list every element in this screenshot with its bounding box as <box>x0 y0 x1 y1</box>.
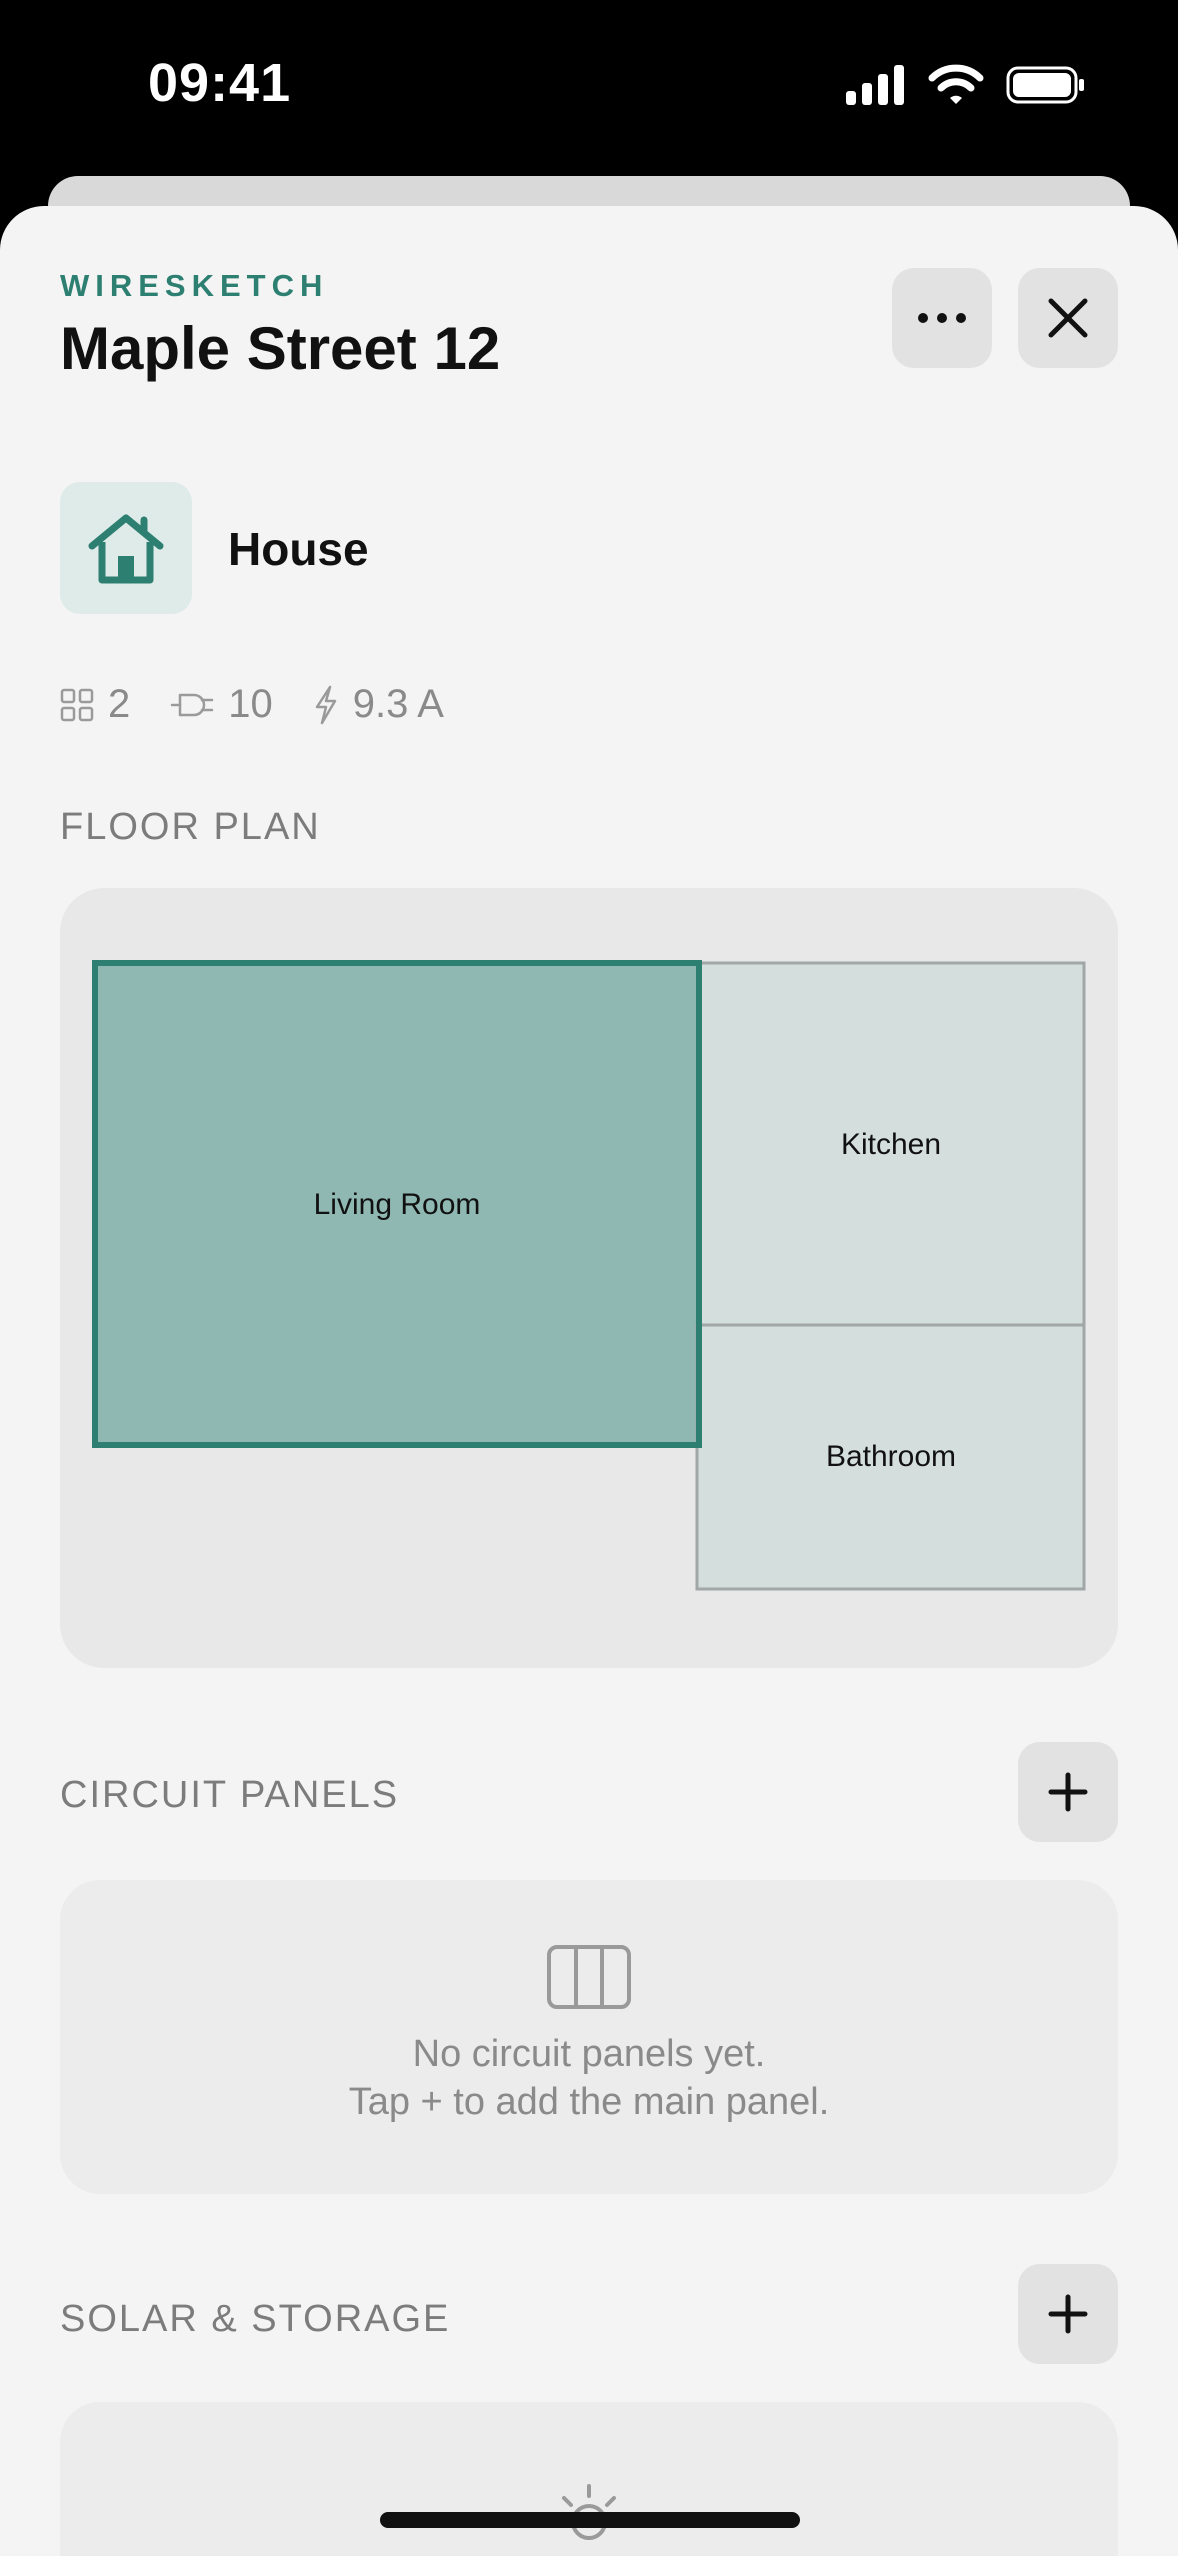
add-circuit-panel-button[interactable] <box>1018 1742 1118 1842</box>
room-living-room[interactable]: Living Room <box>92 960 702 1448</box>
status-bar: 09:41 <box>0 0 1178 176</box>
room-count-stat: 2 <box>60 682 130 727</box>
solar-storage-section-title: SOLAR & STORAGE <box>60 2298 451 2340</box>
close-button[interactable] <box>1018 268 1118 368</box>
circuit-panels-empty-state: No circuit panels yet. Tap + to add the … <box>60 1880 1118 2194</box>
outlet-count: 10 <box>228 682 273 726</box>
project-stats: 2 10 9.3 A <box>60 682 484 727</box>
floor-plan-section-title: FLOOR PLAN <box>60 806 321 848</box>
rooms-grid-icon <box>60 688 94 721</box>
room-label: Living Room <box>314 1188 481 1221</box>
lightning-bolt-icon <box>315 685 336 724</box>
building-type-icon-tile[interactable] <box>60 482 192 614</box>
ellipsis-icon <box>918 313 966 323</box>
status-icons <box>846 64 1086 106</box>
house-icon <box>88 514 164 584</box>
load-amps: 9.3 A <box>352 682 444 726</box>
status-time: 09:41 <box>148 53 292 113</box>
empty-state-hint: Tap + to add the main panel. <box>348 2081 830 2123</box>
building-type-label: House <box>228 523 369 575</box>
plus-icon <box>1048 1772 1088 1812</box>
room-bathroom[interactable]: Bathroom <box>695 1323 1086 1591</box>
sun-icon <box>550 2484 628 2540</box>
floor-plan-drawing: Living Room Kitchen Bathroom <box>92 960 1086 1591</box>
battery-icon <box>1006 66 1084 104</box>
add-solar-storage-button[interactable] <box>1018 2264 1118 2364</box>
solar-storage-empty-state <box>60 2402 1118 2556</box>
room-count: 2 <box>108 682 131 726</box>
plug-icon <box>171 693 214 716</box>
home-indicator[interactable] <box>380 2512 800 2528</box>
room-label: Kitchen <box>841 1128 941 1161</box>
empty-state-message: No circuit panels yet. <box>412 2033 766 2075</box>
app-brand: WIRESKETCH <box>60 268 329 303</box>
circuit-panels-section-title: CIRCUIT PANELS <box>60 1774 400 1816</box>
circuit-panel-icon <box>547 1945 631 2009</box>
floor-plan-canvas[interactable]: Living Room Kitchen Bathroom <box>60 888 1118 1668</box>
more-options-button[interactable] <box>892 268 992 368</box>
close-icon <box>1048 298 1088 338</box>
room-label: Bathroom <box>826 1440 956 1473</box>
cellular-signal-icon <box>846 65 904 105</box>
project-sheet: WIRESKETCH Maple Street 12 House 2 10 9.… <box>0 206 1178 2556</box>
outlet-count-stat: 10 <box>170 682 273 727</box>
project-title: Maple Street 12 <box>60 315 501 382</box>
wifi-icon <box>928 64 984 104</box>
room-kitchen[interactable]: Kitchen <box>697 961 1086 1327</box>
load-stat: 9.3 A <box>313 682 444 727</box>
plus-icon <box>1048 2294 1088 2334</box>
